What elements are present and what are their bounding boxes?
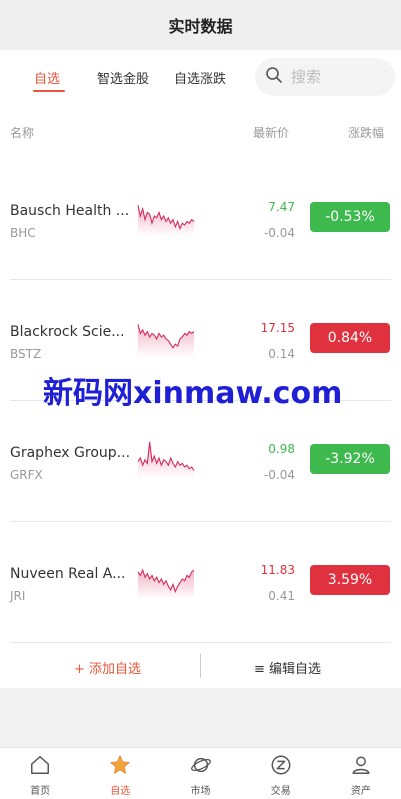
nav-item-market[interactable]: 市场 xyxy=(160,748,240,799)
stock-name: Graphex Group... xyxy=(10,445,131,461)
search-input[interactable] xyxy=(291,68,381,86)
column-header-name: 名称 xyxy=(10,126,35,140)
column-header-price: 最新价 xyxy=(253,126,290,140)
exchange-icon xyxy=(270,754,292,782)
stock-name: Blackrock Scie... xyxy=(10,324,125,340)
stock-code: JRI xyxy=(10,589,26,603)
user-icon xyxy=(350,754,372,782)
stock-code: BSTZ xyxy=(10,347,42,361)
stock-change: -0.04 xyxy=(263,226,295,240)
nav-label: 交易 xyxy=(270,786,291,797)
stock-price: 11.83 xyxy=(260,563,295,577)
search-box[interactable] xyxy=(255,58,395,96)
sparkline-area xyxy=(138,324,194,357)
stock-row[interactable]: Bausch Health ... BHC 7.47 -0.04 -0.53% xyxy=(0,158,401,280)
bottom-nav: 首页 自选 市场 交易 资产 xyxy=(0,747,401,799)
nav-label: 资产 xyxy=(350,786,371,797)
watchlist-actions: + 添加自选 ≡ 编辑自选 xyxy=(0,642,401,688)
divider xyxy=(200,654,201,678)
stock-change: 0.41 xyxy=(268,589,295,603)
sparkline-area xyxy=(138,441,194,478)
star-icon xyxy=(109,754,131,782)
stock-price: 7.47 xyxy=(268,200,295,214)
stock-name: Nuveen Real A... xyxy=(10,566,126,582)
sparkline-chart xyxy=(137,568,195,599)
active-tab-indicator xyxy=(33,90,65,92)
nav-label: 市场 xyxy=(190,786,211,797)
change-pct-badge[interactable]: 3.59% xyxy=(310,565,390,595)
stock-row[interactable]: Graphex Group... GRFX 0.98 -0.04 -3.92% xyxy=(0,400,401,522)
stock-change: 0.14 xyxy=(268,347,295,361)
stock-change: -0.04 xyxy=(263,468,295,482)
nav-item-assets[interactable]: 资产 xyxy=(321,748,401,799)
sparkline-chart xyxy=(137,441,195,478)
nav-label: 自选 xyxy=(110,786,131,797)
change-pct-badge[interactable]: 0.84% xyxy=(310,323,390,353)
home-icon xyxy=(29,754,51,782)
stock-code: BHC xyxy=(10,226,36,240)
add-watchlist-button[interactable]: + 添加自选 xyxy=(74,658,141,677)
stock-name: Bausch Health ... xyxy=(10,203,130,219)
stock-price: 17.15 xyxy=(260,321,295,335)
stock-row[interactable]: Nuveen Real A... JRI 11.83 0.41 3.59% xyxy=(0,521,401,642)
edit-watchlist-button[interactable]: ≡ 编辑自选 xyxy=(254,658,321,677)
watermark-text: 新码网xinmaw.com xyxy=(43,376,343,411)
page-title: 实时数据 xyxy=(168,17,233,36)
divider xyxy=(10,642,391,643)
page-header: 实时数据 xyxy=(0,0,401,50)
stock-code: GRFX xyxy=(10,468,43,482)
nav-label: 首页 xyxy=(30,786,51,797)
tab-smart-picks[interactable]: 智选金股 xyxy=(97,68,149,87)
planet-icon xyxy=(190,754,212,782)
nav-item-trade[interactable]: 交易 xyxy=(241,748,321,799)
nav-item-watchlist[interactable]: 自选 xyxy=(80,748,160,799)
sparkline-chart xyxy=(137,324,195,357)
column-header-change-pct: 涨跌幅 xyxy=(348,126,385,140)
change-pct-badge[interactable]: -0.53% xyxy=(310,202,390,232)
tab-watchlist-movers[interactable]: 自选涨跌 xyxy=(174,68,226,87)
change-pct-badge[interactable]: -3.92% xyxy=(310,444,390,474)
sparkline-chart xyxy=(137,205,195,236)
tab-watchlist[interactable]: 自选 xyxy=(34,68,60,87)
stock-price: 0.98 xyxy=(268,442,295,456)
nav-item-home[interactable]: 首页 xyxy=(0,748,80,799)
search-icon xyxy=(265,66,283,88)
